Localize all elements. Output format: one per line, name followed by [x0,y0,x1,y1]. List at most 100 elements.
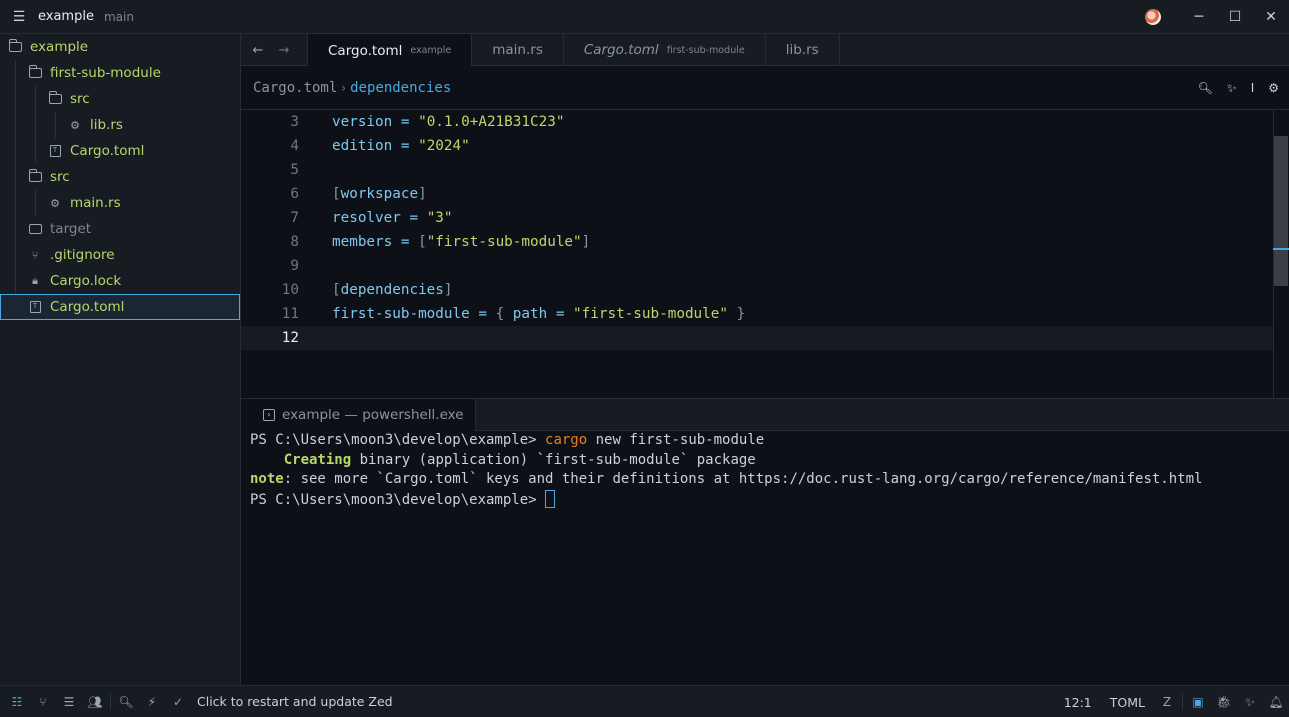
tree-item-label: lib.rs [90,117,123,133]
search-icon[interactable]: 🔍︎ [1198,81,1213,95]
code-line: 3 version = "0.1.0+A21B31C23" [241,110,1273,134]
tab-terminal[interactable]: › example — powershell.exe [241,399,476,431]
git-branch-icon[interactable]: ⑂ [30,686,56,717]
terminal-cursor [545,489,556,508]
tab-cargo-toml-first-sub-module[interactable]: Cargo.toml first-sub-module [564,34,766,66]
toml-bracket: ] [418,186,427,202]
tree-item-lib-rs[interactable]: ⚙ lib.rs [0,112,240,138]
outline-icon[interactable]: ☰ [56,686,82,717]
breadcrumb-separator: › [341,80,347,95]
back-arrow-icon[interactable]: ← [245,34,271,66]
collab-icon[interactable]: 👥︎ [82,686,108,717]
tree-item-cargo-toml[interactable]: T Cargo.toml [0,294,240,320]
status-bar: ☷ ⑂ ☰ 👥︎ 🔍︎ ⚡︎ ✓ Click to restart and up… [0,685,1289,717]
code-line: 5 [241,158,1273,182]
zed-edit-prediction-icon[interactable]: Z [1154,686,1180,717]
breadcrumb-section[interactable]: dependencies [350,80,451,96]
lightning-icon[interactable]: ⚡︎ [139,686,165,717]
tree-item-src[interactable]: src [0,164,240,190]
settings-sliders-icon[interactable]: ⚙ [1268,81,1279,95]
debug-icon[interactable]: 🐞︎ [1211,686,1237,717]
scrollbar-thumb[interactable] [1274,136,1288,286]
project-panel-icon[interactable]: ☷ [4,686,30,717]
close-icon[interactable]: ✕ [1253,0,1289,34]
toml-operator: = [469,306,496,322]
tree-item-cargo-lock[interactable]: 🔒︎ Cargo.lock [0,268,240,294]
code-line: 7 resolver = "3" [241,206,1273,230]
update-message[interactable]: Click to restart and update Zed [197,694,393,709]
code-line: 11 first-sub-module = { path = "first-su… [241,302,1273,326]
search-icon[interactable]: 🔍︎ [113,686,139,717]
toml-file-icon: T [48,144,62,158]
toml-file-icon: T [28,300,42,314]
code-line: 9 [241,254,1273,278]
terminal-tab-bar: › example — powershell.exe [241,398,1289,431]
tree-item-main-rs[interactable]: ⚙ main.rs [0,190,240,216]
toml-string: "0.1.0+A21B31C23" [418,114,565,130]
avatar[interactable] [1145,8,1161,25]
text-cursor-icon[interactable]: I [1251,81,1255,95]
toml-string: "3" [426,210,453,226]
forward-arrow-icon[interactable]: → [271,34,297,66]
rust-file-icon: ⚙ [50,196,60,210]
tree-item-first-sub-module[interactable]: first-sub-module [0,60,240,86]
tree-item-gitignore[interactable]: ⑂ .gitignore [0,242,240,268]
code-line: 10 [dependencies] [241,278,1273,302]
terminal-prompt: PS C:\Users\moon3\develop\example> [250,491,546,508]
breadcrumb-file[interactable]: Cargo.toml [253,80,337,96]
toml-operator: = [392,234,419,250]
editor-scrollbar[interactable] [1273,110,1289,398]
terminal-line: Creating binary (application) `first-sub… [250,451,756,471]
line-number: 8 [290,234,299,250]
tab-cargo-toml-example[interactable]: Cargo.toml example [307,34,473,67]
line-number: 7 [290,210,299,226]
tree-item-label: Cargo.toml [50,299,125,315]
toml-key: version [332,114,393,130]
line-number: 4 [290,138,299,154]
tree-item-label: Cargo.lock [50,273,122,289]
folder-open-icon [8,39,22,54]
maximize-icon[interactable]: ☐ [1217,0,1253,34]
tab-main-rs[interactable]: main.rs [472,34,564,66]
tree-item-label: .gitignore [50,247,115,263]
tree-item-example[interactable]: example [0,34,240,60]
toml-bracket: [ [332,282,341,298]
toml-key: path [512,306,548,322]
terminal-status: Creating [283,451,352,468]
folder-open-icon [28,65,42,80]
toml-key: first-sub-module [332,306,470,322]
terminal-indent [250,452,284,468]
line-number: 6 [290,186,299,202]
tab-hint: first-sub-module [666,44,745,56]
tree-item-target[interactable]: target [0,216,240,242]
lock-icon: 🔒︎ [32,274,38,287]
tree-item-src[interactable]: src [0,86,240,112]
tab-lib-rs[interactable]: lib.rs [766,34,840,66]
toml-operator: = [400,210,427,226]
tree-item-sub-cargo-toml[interactable]: T Cargo.toml [0,138,240,164]
toml-bracket: [ [418,234,427,250]
assistant-icon[interactable]: ✨︎ [1237,686,1263,717]
check-icon[interactable]: ✓ [165,686,191,717]
terminal-panel-icon[interactable]: ▣ [1185,686,1211,717]
toml-bracket: [ [332,186,341,202]
folder-icon [28,222,42,236]
tree-item-label: main.rs [70,195,121,211]
branch-name[interactable]: main [104,10,134,24]
cursor-position[interactable]: 12:1 [1064,695,1092,710]
toml-brace: { [495,306,513,322]
assistant-sparkle-icon[interactable]: ✨︎ [1227,81,1237,96]
terminal-line: PS C:\Users\moon3\develop\example> [250,489,556,510]
menu-icon[interactable]: ☰ [0,0,38,34]
code-line: 6 [workspace] [241,182,1273,206]
language-selector[interactable]: TOML [1110,695,1145,710]
toml-table-name: dependencies [340,282,444,298]
terminal-line: note: see more `Cargo.toml` keys and the… [250,470,1202,490]
editor-tab-bar: ← → Cargo.toml example main.rs Cargo.tom… [241,34,1289,67]
terminal[interactable]: PS C:\Users\moon3\develop\example> cargo… [241,431,1289,685]
bell-icon[interactable]: 🔔︎ [1263,686,1289,717]
project-name[interactable]: example [38,9,94,24]
tree-item-label: example [30,39,89,55]
code-editor[interactable]: 3 version = "0.1.0+A21B31C23" 4 edition … [241,110,1289,398]
minimize-icon[interactable]: ─ [1181,0,1217,34]
